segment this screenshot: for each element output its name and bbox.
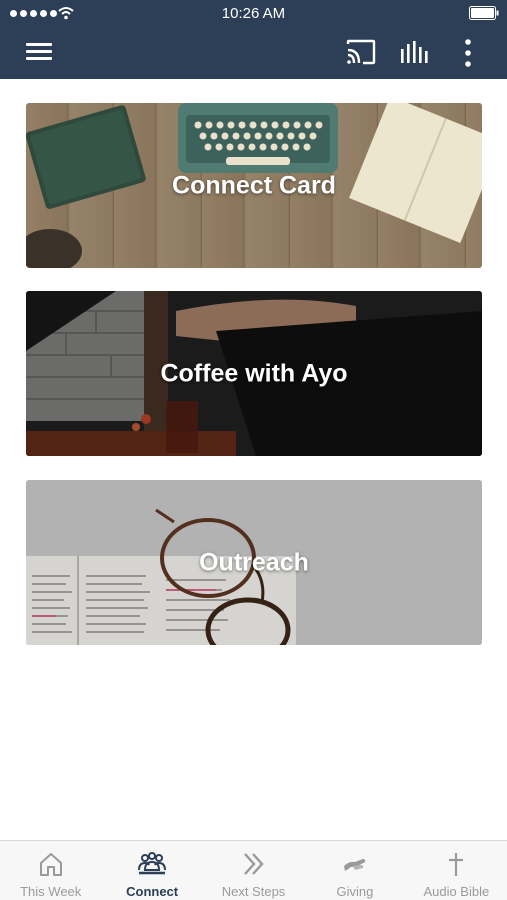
card-title: Outreach	[199, 548, 309, 576]
group-icon	[138, 852, 167, 875]
tab-audio-bible[interactable]: Audio Bible	[406, 841, 507, 900]
tab-next-steps[interactable]: Next Steps	[203, 841, 304, 900]
tab-label: Audio Bible	[423, 884, 490, 899]
tab-label: This Week	[20, 884, 82, 899]
battery-icon	[469, 6, 499, 20]
tab-connect[interactable]: Connect	[101, 841, 202, 900]
card-title: Coffee with Ayo	[160, 359, 348, 387]
tab-this-week[interactable]: This Week	[0, 841, 101, 900]
nav-bar	[0, 28, 507, 79]
tab-giving[interactable]: Giving	[304, 841, 405, 900]
tab-label: Next Steps	[221, 884, 286, 899]
equalizer-icon[interactable]	[397, 38, 433, 68]
cross-icon	[449, 853, 464, 876]
home-icon	[39, 853, 62, 876]
app-header: 10:26 AM	[0, 0, 507, 79]
tab-label: Giving	[336, 884, 374, 899]
cast-icon[interactable]	[344, 38, 378, 68]
double-chevron-icon	[243, 853, 264, 875]
card-title: Connect Card	[172, 171, 336, 199]
menu-button[interactable]	[20, 39, 56, 65]
connect-card-tile[interactable]: Connect Card	[26, 103, 482, 268]
more-vertical-icon[interactable]	[455, 37, 481, 69]
tab-label: Connect	[126, 884, 179, 899]
outreach-tile[interactable]: Outreach	[26, 480, 482, 645]
bottom-tab-bar: This Week Connect Next Steps Giving Audi…	[0, 840, 507, 900]
status-time: 10:26 AM	[221, 5, 286, 22]
status-bar: 10:26 AM	[0, 0, 507, 28]
coffee-with-ayo-tile[interactable]: Coffee with Ayo	[26, 291, 482, 456]
giving-hand-icon	[343, 859, 366, 871]
